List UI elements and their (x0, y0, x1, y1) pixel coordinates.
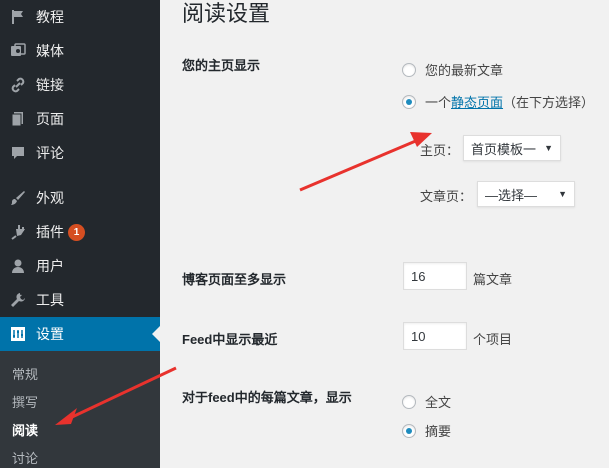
feed-recent-unit: 个项目 (473, 332, 513, 347)
summary-label: 摘要 (425, 424, 452, 439)
full-text-label: 全文 (425, 395, 452, 410)
submenu-item-general[interactable]: 常规 (12, 364, 38, 383)
feed-full-text-option[interactable]: 全文 (402, 392, 451, 411)
posts-per-page-unit: 篇文章 (473, 272, 513, 287)
wrench-icon (0, 292, 36, 308)
sidebar-item-media[interactable]: 媒体 (0, 34, 160, 68)
latest-posts-radio[interactable] (402, 62, 416, 77)
posts-per-page-input[interactable]: 16 (403, 262, 467, 290)
sidebar-item-pages[interactable]: 页面 (0, 102, 160, 136)
sidebar-item-label: 设置 (36, 326, 64, 342)
static-page-prefix: 一个 (425, 95, 452, 110)
brush-icon (0, 190, 36, 206)
feed-content-label: 对于feed中的每篇文章，显示 (182, 390, 352, 405)
static-page-link[interactable]: 静态页面 (451, 92, 503, 111)
latest-posts-label: 您的最新文章 (425, 63, 504, 78)
static-page-suffix: （在下方选择） (503, 95, 595, 110)
sidebar-item-tools[interactable]: 工具 (0, 283, 160, 317)
sidebar-item-tutorial[interactable]: 教程 (0, 0, 160, 34)
link-icon (0, 77, 36, 93)
page-title: 阅读设置 (182, 1, 271, 26)
feed-summary-option[interactable]: 摘要 (402, 421, 451, 440)
user-icon (0, 258, 36, 274)
posts-page-select-value: —选择— (485, 187, 538, 203)
sidebar-item-users[interactable]: 用户 (0, 249, 160, 283)
media-icon (0, 43, 36, 59)
flag-icon (0, 9, 36, 25)
sidebar-item-label: 插件 (36, 224, 64, 240)
submenu-item-reading[interactable]: 阅读 (12, 420, 38, 439)
settings-submenu: 常规 撰写 阅读 讨论 (0, 351, 160, 468)
settings-icon (0, 326, 36, 342)
sidebar-item-comments[interactable]: 评论 (0, 136, 160, 170)
feed-recent-label: Feed中显示最近 (182, 332, 278, 347)
sidebar-item-settings[interactable]: 设置 (0, 317, 160, 351)
front-page-latest-option[interactable]: 您的最新文章 (402, 60, 503, 79)
static-page-radio[interactable] (402, 94, 416, 109)
sidebar-item-label: 外观 (36, 190, 64, 206)
sidebar-item-appearance[interactable]: 外观 (0, 181, 160, 215)
active-menu-arrow (152, 326, 160, 342)
posts-page-select-label: 文章页： (420, 189, 473, 204)
sidebar-item-label: 工具 (36, 292, 64, 308)
sidebar-item-label: 教程 (36, 9, 64, 25)
posts-per-page-label: 博客页面至多显示 (182, 272, 287, 287)
submenu-item-discussion[interactable]: 讨论 (12, 448, 38, 467)
admin-sidebar: 教程 媒体 链接 页面 评论 外观 插件 1 用户 工具 设置 常规 撰写 阅读… (0, 0, 160, 468)
homepage-select[interactable]: 首页模板一 ▼ (463, 135, 561, 161)
front-page-label: 您的主页显示 (182, 58, 261, 73)
homepage-select-value: 首页模板一 (471, 141, 537, 157)
sidebar-item-plugins[interactable]: 插件 1 (0, 215, 160, 249)
sidebar-item-label: 链接 (36, 77, 64, 93)
summary-radio[interactable] (402, 423, 416, 438)
plugin-icon (0, 224, 36, 240)
chevron-down-icon: ▼ (544, 143, 553, 153)
posts-page-select[interactable]: —选择— ▼ (477, 181, 575, 207)
homepage-select-label: 主页： (420, 143, 460, 158)
submenu-item-writing[interactable]: 撰写 (12, 392, 38, 411)
chevron-down-icon: ▼ (558, 189, 567, 199)
sidebar-item-label: 评论 (36, 145, 64, 161)
update-count-badge: 1 (68, 223, 85, 241)
sidebar-item-links[interactable]: 链接 (0, 68, 160, 102)
front-page-static-option[interactable]: 一个 静态页面 （在下方选择） (402, 92, 594, 111)
main-content: 阅读设置 您的主页显示 您的最新文章 一个 静态页面 （在下方选择） 主页： 首… (160, 0, 609, 468)
feed-recent-input[interactable]: 10 (403, 322, 467, 350)
sidebar-item-label: 页面 (36, 111, 64, 127)
sidebar-item-label: 用户 (36, 258, 64, 274)
sidebar-item-label: 媒体 (36, 43, 64, 59)
comment-icon (0, 145, 36, 161)
page-icon (0, 111, 36, 127)
full-text-radio[interactable] (402, 394, 416, 409)
